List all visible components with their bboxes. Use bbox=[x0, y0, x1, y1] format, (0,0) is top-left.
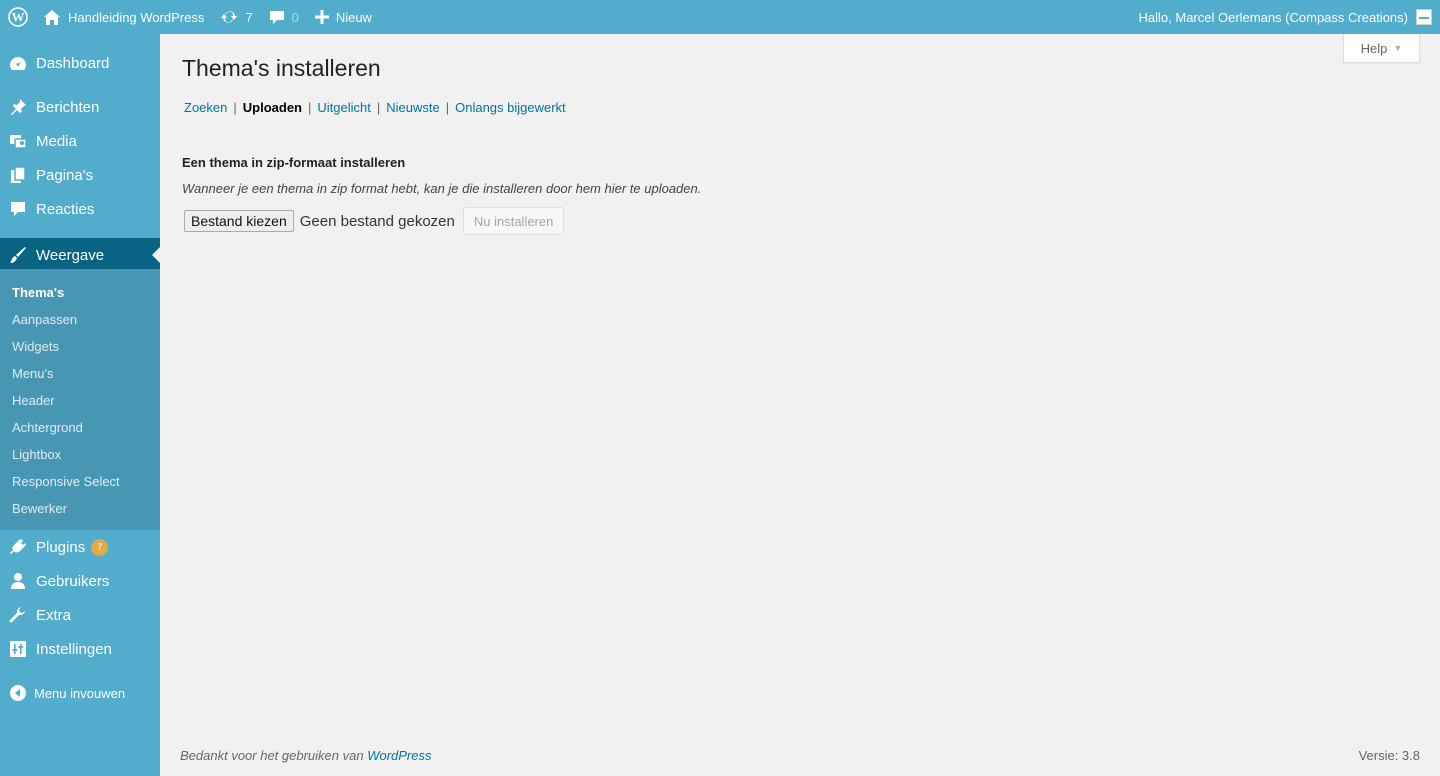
menu-item-berichten[interactable]: Berichten bbox=[0, 90, 160, 124]
submenu-item-achtergrond[interactable]: Achtergrond bbox=[12, 420, 83, 435]
svg-text:W: W bbox=[12, 10, 25, 25]
site-name-label: Handleiding WordPress bbox=[68, 9, 205, 25]
install-now-button[interactable]: Nu installeren bbox=[462, 207, 565, 235]
menu-item-weergave[interactable]: Weergave bbox=[0, 238, 160, 272]
plugins-update-badge: 7 bbox=[91, 538, 109, 556]
menu-item-instellingen[interactable]: Instellingen bbox=[0, 632, 160, 666]
menu-label: Media bbox=[36, 132, 77, 150]
help-label: Help bbox=[1360, 40, 1388, 56]
version-text: Versie: 3.8 bbox=[1358, 748, 1420, 763]
submenu-item-widgets[interactable]: Widgets bbox=[12, 339, 59, 354]
menu-label: Weergave bbox=[36, 246, 105, 264]
upload-description: Wanneer je een thema in zip format hebt,… bbox=[182, 181, 702, 196]
collapse-arrow-icon bbox=[10, 685, 26, 701]
users-icon bbox=[0, 572, 36, 590]
pin-icon bbox=[0, 98, 36, 116]
tab-onlangs-bijgewerkt[interactable]: Onlangs bijgewerkt bbox=[455, 100, 566, 115]
updates-link[interactable]: 7 bbox=[212, 0, 260, 34]
comments-count: 0 bbox=[291, 9, 299, 25]
section-title: Een thema in zip-formaat installeren bbox=[182, 155, 406, 170]
updates-count: 7 bbox=[245, 9, 253, 25]
wrench-icon bbox=[0, 606, 36, 624]
menu-label: Extra bbox=[36, 606, 72, 624]
menu-label: Berichten bbox=[36, 98, 100, 116]
weergave-submenu: Thema's Aanpassen Widgets Menu's Header … bbox=[0, 269, 160, 530]
menu-item-gebruikers[interactable]: Gebruikers bbox=[0, 564, 160, 598]
help-tab-button[interactable]: Help ▼ bbox=[1343, 34, 1420, 63]
pages-icon bbox=[0, 166, 36, 184]
footer-thanks: Bedankt voor het gebruiken van WordPress bbox=[180, 748, 431, 763]
plus-icon bbox=[314, 10, 329, 24]
my-account-link[interactable]: Hallo, Marcel Oerlemans (Compass Creatio… bbox=[1131, 0, 1440, 34]
tab-uitgelicht[interactable]: Uitgelicht bbox=[317, 100, 370, 115]
submenu-item-header[interactable]: Header bbox=[12, 393, 55, 408]
submenu-item-responsive-select[interactable]: Responsive Select bbox=[12, 474, 120, 489]
menu-item-extra[interactable]: Extra bbox=[0, 598, 160, 632]
home-icon bbox=[44, 9, 60, 25]
install-tabs: Zoeken | Uploaden | Uitgelicht | Nieuwste | Onla… bbox=[184, 100, 566, 115]
menu-label: Dashboard bbox=[36, 54, 110, 72]
refresh-icon bbox=[221, 10, 238, 24]
tab-zoeken[interactable]: Zoeken bbox=[184, 100, 227, 115]
media-icon bbox=[0, 132, 36, 150]
separator: | bbox=[308, 100, 312, 115]
separator: | bbox=[233, 100, 237, 115]
separator: | bbox=[445, 100, 450, 115]
menu-item-plugins[interactable]: Plugins 7 bbox=[0, 530, 160, 564]
wordpress-link[interactable]: WordPress bbox=[367, 748, 431, 763]
brush-icon bbox=[0, 246, 36, 264]
admin-bar: W Handleiding WordPress 7 0 Nieuw Hallo,… bbox=[0, 0, 1440, 34]
avatar bbox=[1416, 9, 1432, 25]
page-title: Thema's installeren bbox=[182, 55, 381, 81]
footer-thanks-text: Bedankt voor het gebruiken van bbox=[180, 748, 368, 763]
menu-item-reacties[interactable]: Reacties bbox=[0, 192, 160, 226]
wordpress-logo-icon[interactable]: W bbox=[0, 0, 36, 34]
file-status-text: Geen bestand gekozen bbox=[299, 212, 455, 230]
comments-link[interactable]: 0 bbox=[261, 0, 307, 34]
menu-label: Reacties bbox=[36, 200, 95, 218]
dashboard-icon bbox=[0, 54, 36, 72]
admin-menu: Dashboard Berichten Media Pagina's React… bbox=[0, 34, 160, 776]
menu-label: Instellingen bbox=[36, 640, 112, 658]
tab-nieuwste[interactable]: Nieuwste bbox=[386, 100, 439, 115]
site-name-link[interactable]: Handleiding WordPress bbox=[36, 0, 212, 34]
collapse-menu-button[interactable]: Menu invouwen bbox=[10, 685, 125, 701]
menu-label: Plugins bbox=[36, 538, 86, 556]
submenu-item-lightbox[interactable]: Lightbox bbox=[12, 447, 61, 462]
comment-bubble-icon bbox=[269, 10, 284, 24]
submenu-item-aanpassen[interactable]: Aanpassen bbox=[12, 312, 77, 327]
upload-form: Bestand kiezen Geen bestand gekozen Nu i… bbox=[184, 207, 565, 235]
submenu-item-themas[interactable]: Thema's bbox=[12, 285, 64, 300]
menu-item-dashboard[interactable]: Dashboard bbox=[0, 46, 160, 80]
choose-file-button[interactable]: Bestand kiezen bbox=[184, 210, 294, 232]
tab-uploaden[interactable]: Uploaden bbox=[243, 100, 302, 115]
collapse-label: Menu invouwen bbox=[34, 685, 126, 701]
new-content-label: Nieuw bbox=[335, 9, 372, 25]
dropdown-arrow-icon: ▼ bbox=[1393, 43, 1403, 53]
menu-item-paginas[interactable]: Pagina's bbox=[0, 158, 160, 192]
menu-label: Pagina's bbox=[36, 166, 94, 184]
submenu-item-menus[interactable]: Menu's bbox=[12, 366, 54, 381]
greeting-text: Hallo, Marcel Oerlemans (Compass Creatio… bbox=[1138, 9, 1408, 25]
plugin-icon bbox=[0, 538, 36, 556]
menu-label: Gebruikers bbox=[36, 572, 110, 590]
settings-icon bbox=[0, 640, 36, 658]
comment-icon bbox=[0, 200, 36, 218]
submenu-item-bewerker[interactable]: Bewerker bbox=[12, 501, 67, 516]
new-content-link[interactable]: Nieuw bbox=[307, 0, 380, 34]
separator: | bbox=[376, 100, 381, 115]
menu-item-media[interactable]: Media bbox=[0, 124, 160, 158]
